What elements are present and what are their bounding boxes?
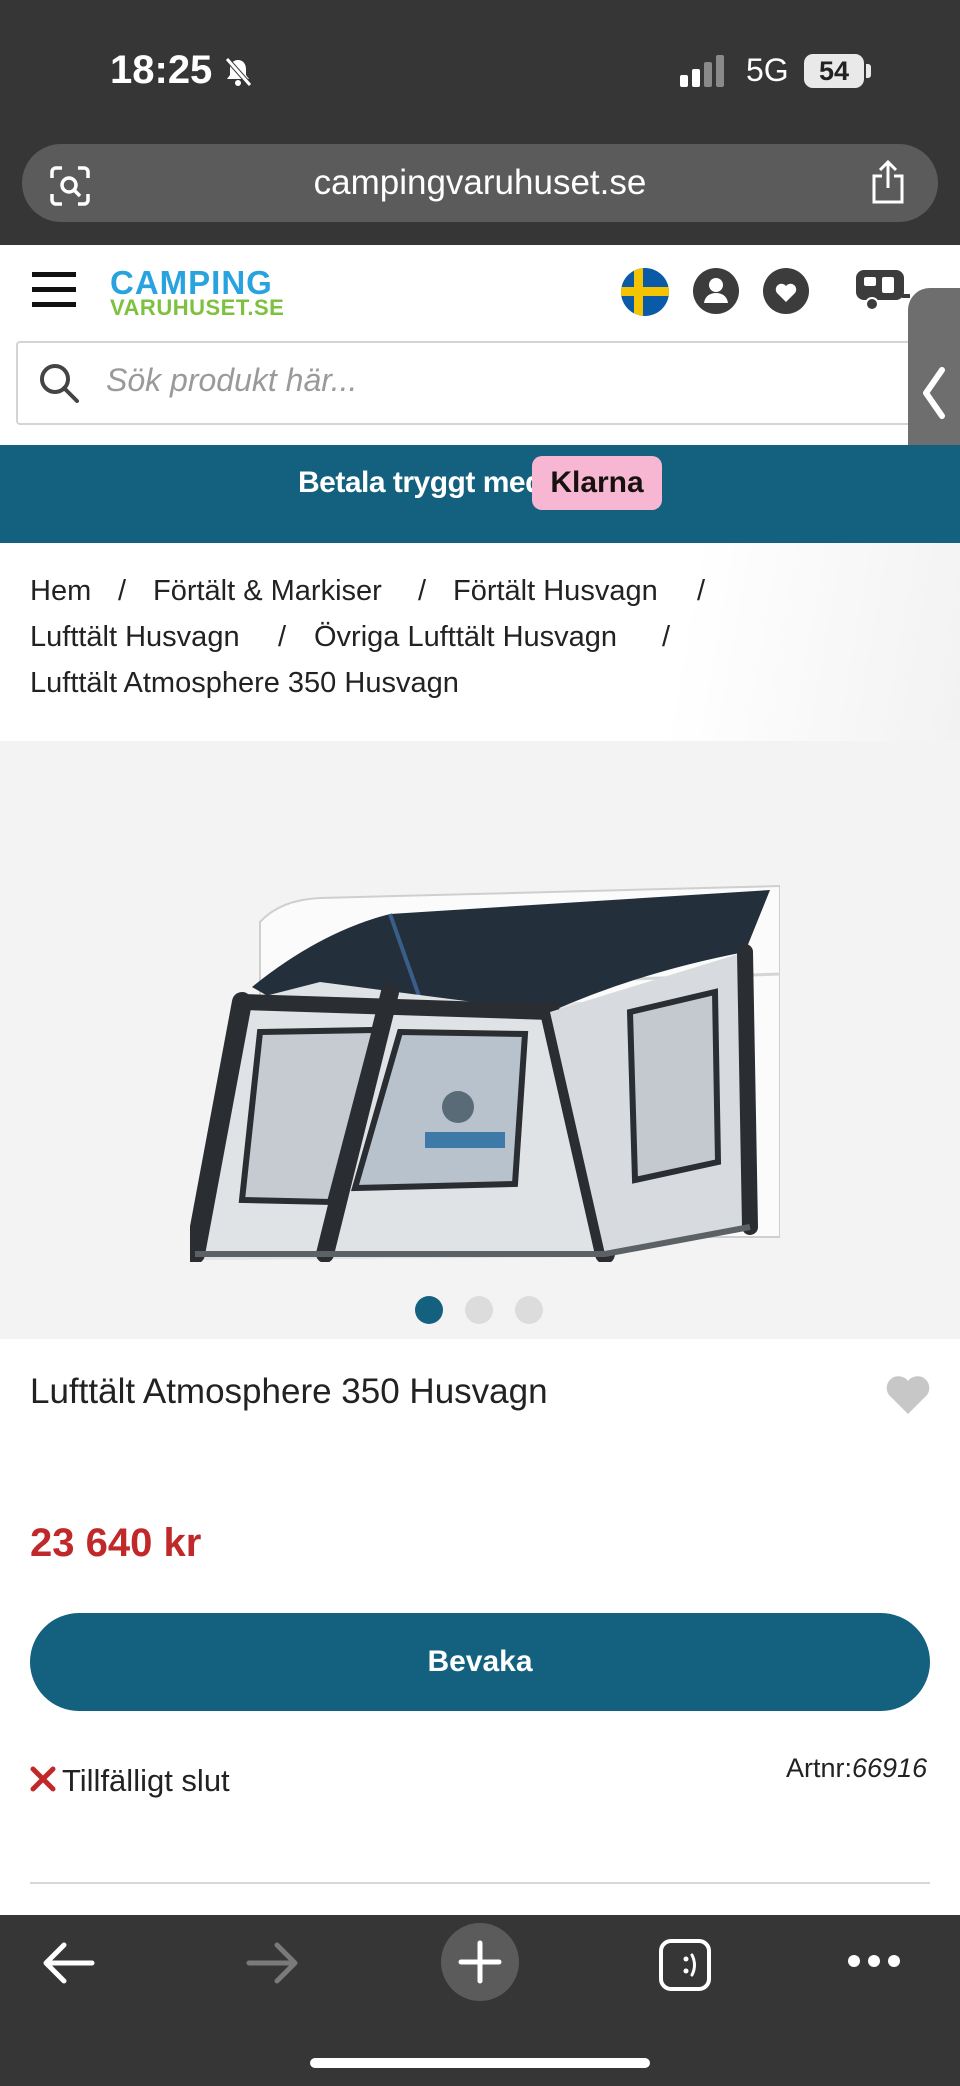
battery-indicator: 54: [804, 54, 864, 88]
breadcrumb-item-lufttalt-husvagn[interactable]: Lufttält Husvagn: [30, 621, 240, 654]
share-icon[interactable]: [868, 158, 908, 206]
divider: [30, 1882, 930, 1884]
forward-arrow-icon[interactable]: [245, 1940, 301, 1986]
home-indicator: [310, 2058, 650, 2068]
watch-button[interactable]: Bevaka: [30, 1613, 930, 1711]
breadcrumb-item-ovriga-lufttalt[interactable]: Övriga Lufttält Husvagn: [314, 621, 617, 654]
breadcrumb-separator: /: [278, 621, 287, 653]
artnr-value: 66916: [852, 1753, 928, 1783]
breadcrumb-separator: /: [662, 621, 671, 653]
out-of-stock-icon: [30, 1766, 56, 1792]
breadcrumb-separator: /: [697, 575, 706, 607]
heart-wishlist-icon[interactable]: [762, 267, 810, 315]
breadcrumb-separator: /: [418, 575, 427, 607]
battery-tip: [866, 64, 871, 78]
more-options-icon[interactable]: [846, 1953, 902, 1969]
gallery-dot-1[interactable]: [415, 1296, 443, 1324]
chevron-left-icon: [923, 367, 945, 419]
caravan-cart-icon[interactable]: [854, 266, 910, 316]
network-type: 5G: [746, 52, 789, 88]
url-text[interactable]: campingvaruhuset.se: [22, 144, 938, 222]
heart-favorite-icon[interactable]: [884, 1372, 932, 1416]
hamburger-menu-icon[interactable]: [32, 270, 78, 310]
status-time: 18:25: [110, 48, 213, 92]
search-placeholder: Sök produkt här...: [106, 362, 358, 398]
banner-text: Betala tryggt med: [298, 466, 543, 499]
product-price: 23 640 kr: [30, 1521, 202, 1565]
product-title: Lufttält Atmosphere 350 Husvagn: [30, 1372, 548, 1411]
gallery-dot-2[interactable]: [465, 1296, 493, 1324]
breadcrumb-item-fortalt-markiser[interactable]: Förtält & Markiser: [153, 575, 382, 608]
stock-status: Tillfälligt slut: [62, 1763, 230, 1798]
site-logo[interactable]: CAMPING VARUHUSET.SE: [110, 266, 284, 319]
klarna-logo: Klarna: [532, 456, 662, 510]
breadcrumb-item-home[interactable]: Hem: [30, 575, 91, 608]
signal-icon: [680, 55, 724, 87]
back-arrow-icon[interactable]: [40, 1940, 96, 1986]
gallery-dot-3[interactable]: [515, 1296, 543, 1324]
breadcrumb-item-fortalt-husvagn[interactable]: Förtält Husvagn: [453, 575, 658, 608]
article-number: Artnr:66916: [786, 1753, 927, 1784]
plus-icon: [458, 1940, 502, 1984]
search-icon: [40, 364, 79, 403]
account-icon[interactable]: [692, 267, 740, 315]
bell-muted-icon: [225, 57, 252, 87]
logo-text-bottom: VARUHUSET.SE: [110, 295, 285, 320]
swedish-flag-icon[interactable]: [620, 267, 670, 317]
product-image[interactable]: [190, 862, 780, 1262]
breadcrumb-item-current: Lufttält Atmosphere 350 Husvagn: [30, 667, 459, 699]
tabs-icon[interactable]: [658, 1938, 712, 1992]
breadcrumb-separator: /: [118, 575, 127, 607]
artnr-label: Artnr:: [786, 1753, 853, 1783]
